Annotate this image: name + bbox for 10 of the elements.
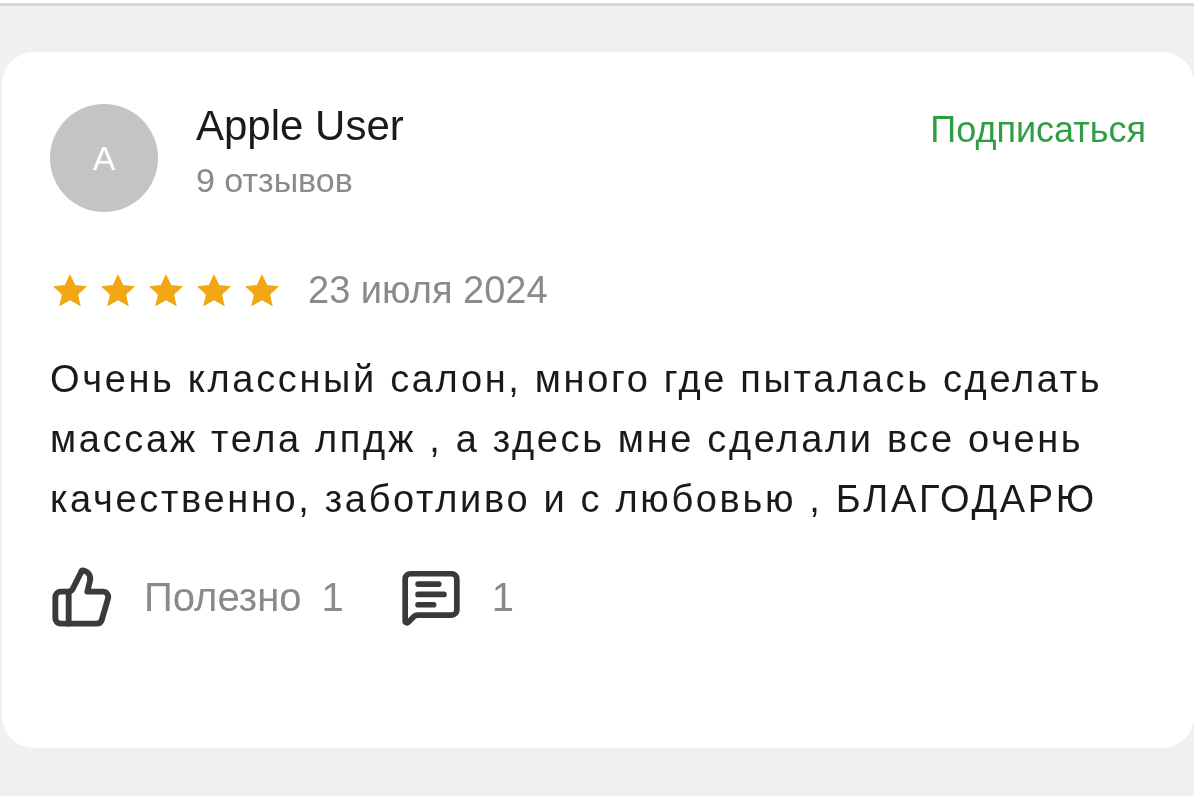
helpful-label[interactable]: Полезно bbox=[144, 567, 302, 627]
comment-count: 1 bbox=[491, 574, 514, 621]
author-name[interactable]: Apple User bbox=[196, 98, 404, 154]
review-date: 23 июля 2024 bbox=[308, 268, 548, 313]
helpful-count: 1 bbox=[321, 574, 344, 621]
review-count: 9 отзывов bbox=[196, 160, 354, 201]
thumbs-up-icon[interactable] bbox=[50, 565, 114, 629]
subscribe-button[interactable]: Подписаться bbox=[930, 104, 1146, 156]
avatar[interactable]: A bbox=[50, 104, 158, 212]
review-text: Очень классный салон, много где пыталась сделать массаж тела лпдж , а здесь мне сделали все очень качественно, заботливо и с любовью , БЛАГОДАРЮ bbox=[50, 357, 1104, 522]
